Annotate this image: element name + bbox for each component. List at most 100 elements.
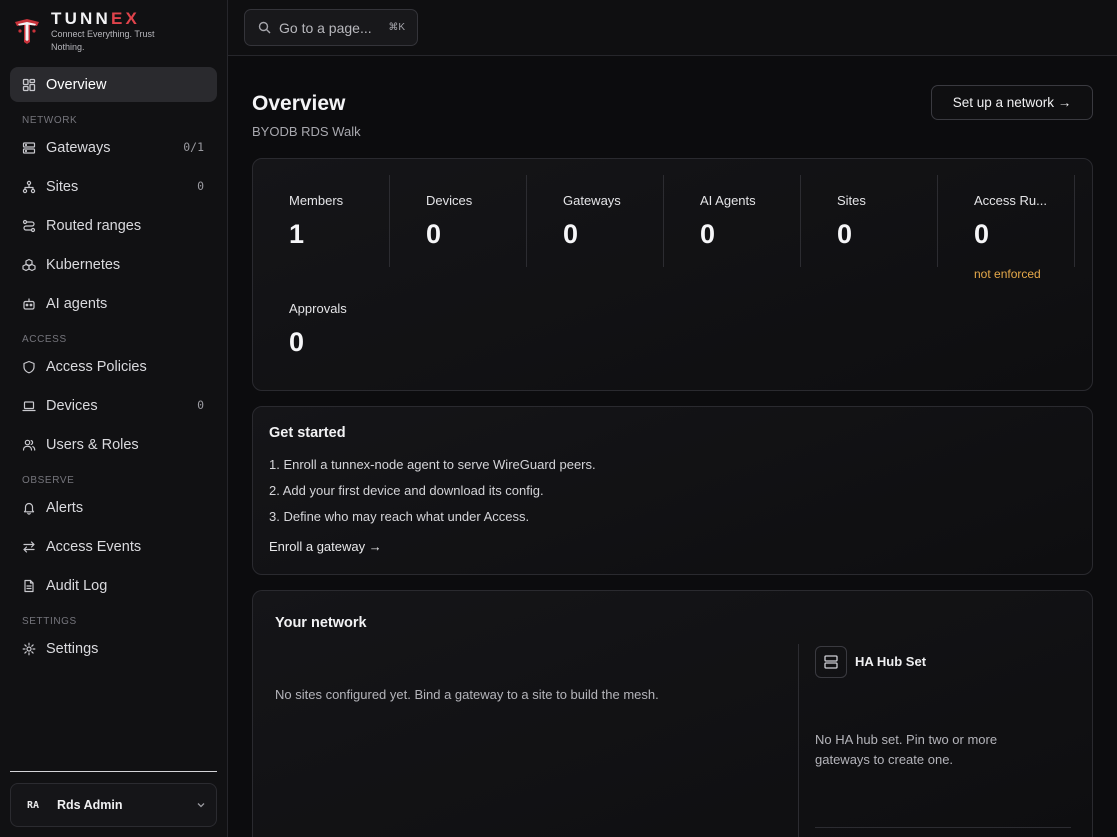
sidebar-item-label: Alerts	[46, 499, 84, 516]
stat-label: AI Agents	[700, 193, 756, 208]
stat-label: Approvals	[289, 301, 347, 316]
stat-tile[interactable]: Members 1	[253, 175, 390, 267]
enroll-gateway-link[interactable]: Enroll a gateway →	[269, 539, 382, 554]
ha-hub-title: HA Hub Set	[855, 654, 927, 669]
nav-section-heading: ACCESS	[22, 334, 67, 345]
stat-tile[interactable]: Devices 0	[390, 175, 527, 267]
nav-section-heading: SETTINGS	[22, 616, 77, 627]
stat-value: 0	[700, 219, 716, 249]
server-icon	[22, 141, 36, 155]
document-icon	[22, 579, 36, 593]
search-input[interactable]: Go to a page... ⌘K	[244, 9, 418, 46]
ha-hub-divider	[815, 827, 1071, 828]
top-bar: Go to a page... ⌘K	[228, 0, 1117, 56]
search-icon	[258, 21, 271, 34]
stat-divider	[1074, 175, 1075, 267]
bell-icon	[22, 501, 36, 515]
sidebar-item-label: Gateways	[46, 139, 111, 156]
sidebar-item-label: Routed ranges	[46, 217, 142, 234]
stat-value: 0	[426, 219, 442, 249]
stat-label: Devices	[426, 193, 473, 208]
sidebar-item-kubernetes[interactable]: Kubernetes	[10, 247, 217, 282]
cubes-icon	[22, 258, 36, 272]
sidebar-item-label: Kubernetes	[46, 256, 121, 273]
sidebar-item-label: Devices	[46, 397, 98, 414]
users-icon	[22, 438, 36, 452]
sidebar-item-routed-ranges[interactable]: Routed ranges	[10, 208, 217, 243]
sidebar-item-settings[interactable]: Settings	[10, 631, 217, 666]
brand[interactable]: TUNNEX Connect Everything. Trust Nothing…	[12, 9, 212, 55]
get-started-card: Get started 1. Enroll a tunnex-node agen…	[252, 406, 1093, 575]
avatar: RA	[26, 799, 40, 811]
arrows-icon	[22, 540, 36, 554]
server-icon	[815, 646, 847, 678]
sidebar-divider	[10, 771, 217, 772]
sidebar-item-gateways[interactable]: Gateways 0/1	[10, 130, 217, 165]
tunnex-logo-icon	[15, 19, 39, 44]
search-placeholder: Go to a page...	[279, 19, 372, 36]
sidebar: TUNNEX Connect Everything. Trust Nothing…	[0, 0, 228, 837]
stat-value: 0	[289, 327, 305, 357]
stat-value: 0	[837, 219, 853, 249]
stat-tile[interactable]: Gateways 0	[527, 175, 664, 267]
main-content: Overview BYODB RDS Walk Set up a network…	[228, 56, 1117, 837]
search-shortcut: ⌘K	[388, 22, 405, 33]
sidebar-item-overview[interactable]: Overview	[10, 67, 217, 102]
sidebar-item-count: 0/1	[183, 140, 204, 154]
stat-label: Gateways	[563, 193, 621, 208]
stat-value: 0	[563, 219, 579, 249]
brand-name: TUNNEX	[51, 9, 141, 28]
get-started-title: Get started	[269, 425, 346, 441]
get-started-step: 2. Add your first device and download it…	[269, 483, 544, 498]
sidebar-item-alerts[interactable]: Alerts	[10, 490, 217, 525]
sidebar-item-label: Audit Log	[46, 577, 108, 594]
sidebar-item-users-roles[interactable]: Users & Roles	[10, 427, 217, 462]
stat-value: 0	[974, 219, 990, 249]
brand-tagline: Connect Everything. Trust Nothing.	[51, 29, 155, 52]
shield-icon	[22, 360, 36, 374]
sidebar-item-label: Overview	[46, 76, 107, 93]
your-network-card: Your network No sites configured yet. Bi…	[252, 590, 1093, 837]
network-empty-message: No sites configured yet. Bind a gateway …	[275, 687, 659, 702]
stat-tile[interactable]: Access Ru... 0 not enforced	[938, 175, 1075, 281]
grid-icon	[22, 78, 36, 92]
stat-label: Members	[289, 193, 344, 208]
network-divider	[798, 644, 799, 837]
get-started-step: 3. Define who may reach what under Acces…	[269, 509, 530, 524]
sidebar-item-label: Users & Roles	[46, 436, 139, 453]
sidebar-item-access-policies[interactable]: Access Policies	[10, 349, 217, 384]
user-menu-button[interactable]: RA Rds Admin	[10, 783, 217, 827]
sidebar-item-count: 0	[197, 398, 204, 412]
sidebar-item-ai-agents[interactable]: AI agents	[10, 286, 217, 321]
sidebar-item-label: Sites	[46, 178, 79, 195]
sidebar-nav: Overview NETWORK Gateways 0/1 Sites 0 Routed …	[10, 67, 217, 670]
setup-network-button[interactable]: Set up a network →	[931, 85, 1093, 120]
stat-label: Access Ru...	[974, 193, 1047, 208]
your-network-title: Your network	[275, 615, 367, 631]
get-started-step: 1. Enroll a tunnex-node agent to serve W…	[269, 457, 596, 472]
bot-icon	[22, 297, 36, 311]
sidebar-item-sites[interactable]: Sites 0	[10, 169, 217, 204]
sidebar-item-access-events[interactable]: Access Events	[10, 529, 217, 564]
sidebar-item-label: Access Policies	[46, 358, 147, 375]
sidebar-item-label: Settings	[46, 640, 99, 657]
user-name: Rds Admin	[57, 798, 123, 812]
stat-value: 1	[289, 219, 305, 249]
sidebar-item-label: AI agents	[46, 295, 108, 312]
nav-section-heading: NETWORK	[22, 115, 78, 126]
sidebar-item-audit-log[interactable]: Audit Log	[10, 568, 217, 603]
stat-tile[interactable]: Approvals 0	[253, 283, 390, 375]
stat-note: not enforced	[974, 267, 1041, 281]
ha-hub-empty-message: No HA hub set. Pin two or more gateways …	[815, 732, 998, 767]
sitemap-icon	[22, 180, 36, 194]
sidebar-item-devices[interactable]: Devices 0	[10, 388, 217, 423]
gear-icon	[22, 642, 36, 656]
stat-tile[interactable]: AI Agents 0	[664, 175, 801, 267]
stat-tile[interactable]: Sites 0	[801, 175, 938, 267]
stat-label: Sites	[837, 193, 866, 208]
page-subtitle: BYODB RDS Walk	[252, 124, 361, 139]
page-title: Overview	[252, 92, 346, 115]
sidebar-item-count: 0	[197, 179, 204, 193]
chevron-down-icon	[197, 803, 205, 808]
route-icon	[22, 219, 36, 233]
